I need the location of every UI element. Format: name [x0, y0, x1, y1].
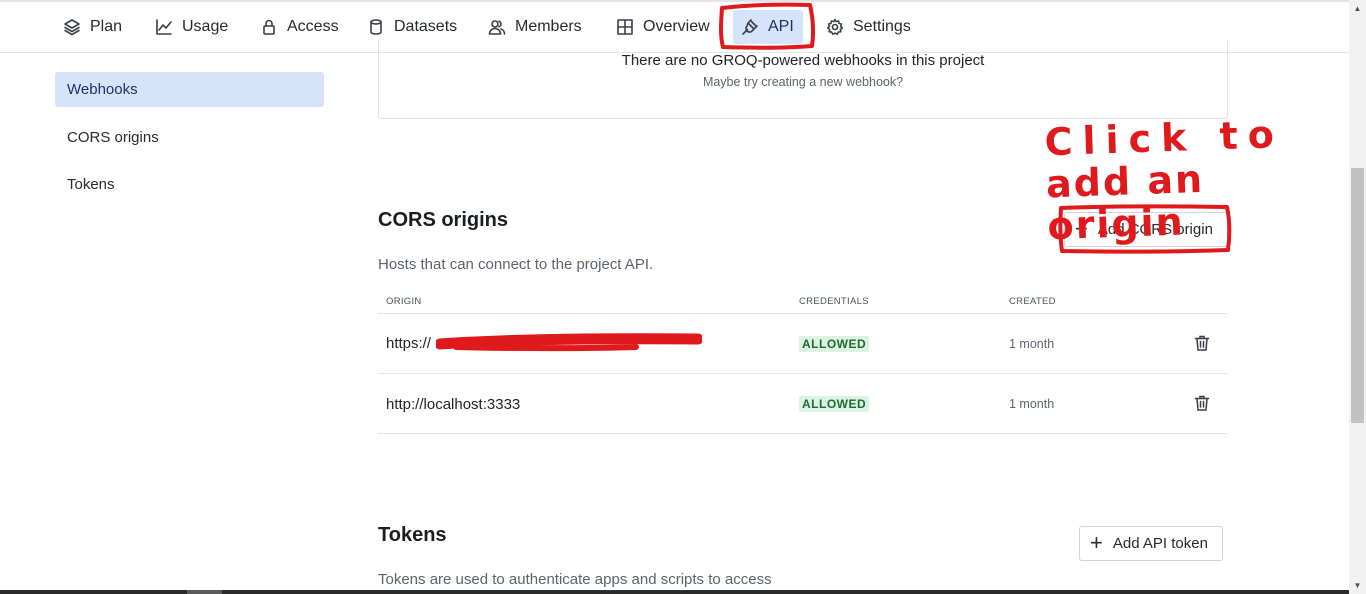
tab-label: Settings	[853, 18, 911, 35]
tab-access[interactable]: Access	[252, 10, 347, 44]
lock-icon	[263, 19, 275, 35]
cors-section-title: CORS origins	[378, 209, 509, 231]
column-header-credentials: CREDENTIALS	[799, 296, 869, 307]
sidebar-item-cors-origins[interactable]: CORS origins	[55, 120, 324, 155]
table-row-origin: https://	[386, 335, 432, 352]
webhooks-empty-title: There are no GROQ-powered webhooks in th…	[621, 52, 985, 69]
table-row-created: 1 month	[1009, 397, 1055, 411]
plus-icon: +	[1090, 529, 1103, 555]
tab-overview[interactable]: Overview	[608, 10, 718, 44]
tokens-section-title: Tokens	[378, 524, 447, 546]
annotation-note: Click to add an origin	[1044, 111, 1353, 248]
tab-api[interactable]: API	[733, 10, 803, 44]
gear-icon	[826, 18, 844, 35]
table-divider	[378, 433, 1228, 434]
scroll-up-arrow-icon[interactable]: ▲	[1349, 0, 1366, 17]
tab-datasets[interactable]: Datasets	[359, 10, 465, 44]
tab-usage[interactable]: Usage	[147, 10, 236, 44]
scroll-down-arrow-icon[interactable]: ▼	[1349, 577, 1366, 594]
sidebar-item-webhooks[interactable]: Webhooks	[55, 72, 324, 107]
table-divider	[378, 373, 1228, 374]
bottom-edge-segment	[187, 590, 222, 594]
annotation-line: add an origin	[1045, 156, 1205, 249]
sidebar-item-label: CORS origins	[67, 129, 159, 146]
redaction-scribble	[436, 333, 702, 352]
tab-members[interactable]: Members	[480, 10, 590, 44]
column-header-created: CREATED	[1009, 296, 1056, 307]
tab-label: API	[768, 18, 794, 35]
credentials-badge: ALLOWED	[799, 396, 870, 412]
tab-plan[interactable]: Plan	[55, 10, 130, 44]
tab-label: Datasets	[394, 18, 458, 35]
trash-icon	[1194, 335, 1210, 351]
sidebar-item-tokens[interactable]: Tokens	[55, 167, 324, 202]
delete-origin-button[interactable]	[1193, 334, 1211, 352]
webhooks-empty-card: There are no GROQ-powered webhooks in th…	[378, 40, 1228, 119]
bottom-edge-bar	[0, 590, 1349, 594]
tab-label: Members	[515, 18, 582, 35]
scrollbar-thumb[interactable]	[1351, 168, 1364, 423]
column-header-origin: ORIGIN	[386, 296, 422, 307]
tab-label: Plan	[90, 18, 123, 35]
add-api-token-button[interactable]: + Add API token	[1079, 526, 1223, 561]
database-icon	[370, 19, 382, 35]
tab-settings[interactable]: Settings	[818, 10, 919, 44]
tab-label: Usage	[182, 18, 229, 35]
sidebar-item-label: Webhooks	[67, 81, 138, 98]
top-border	[0, 0, 1349, 2]
trash-icon	[1194, 395, 1210, 411]
line-chart-icon	[156, 19, 172, 35]
credentials-badge: ALLOWED	[799, 336, 870, 352]
add-api-token-label: Add API token	[1112, 535, 1208, 552]
tokens-section-description: Tokens are used to authenticate apps and…	[378, 571, 772, 588]
delete-origin-button[interactable]	[1193, 394, 1211, 412]
webhooks-empty-subtitle: Maybe try creating a new webhook?	[702, 75, 904, 89]
table-row-origin: http://localhost:3333	[386, 396, 521, 413]
table-divider	[378, 313, 1228, 314]
cors-section-description: Hosts that can connect to the project AP…	[378, 256, 654, 273]
plug-icon	[742, 19, 758, 35]
users-icon	[488, 20, 506, 35]
tab-label: Access	[287, 18, 339, 35]
grid-icon	[617, 19, 633, 35]
tab-label: Overview	[643, 18, 710, 35]
layers-icon	[64, 19, 80, 36]
table-row-created: 1 month	[1009, 337, 1055, 351]
sidebar-item-label: Tokens	[67, 176, 115, 193]
